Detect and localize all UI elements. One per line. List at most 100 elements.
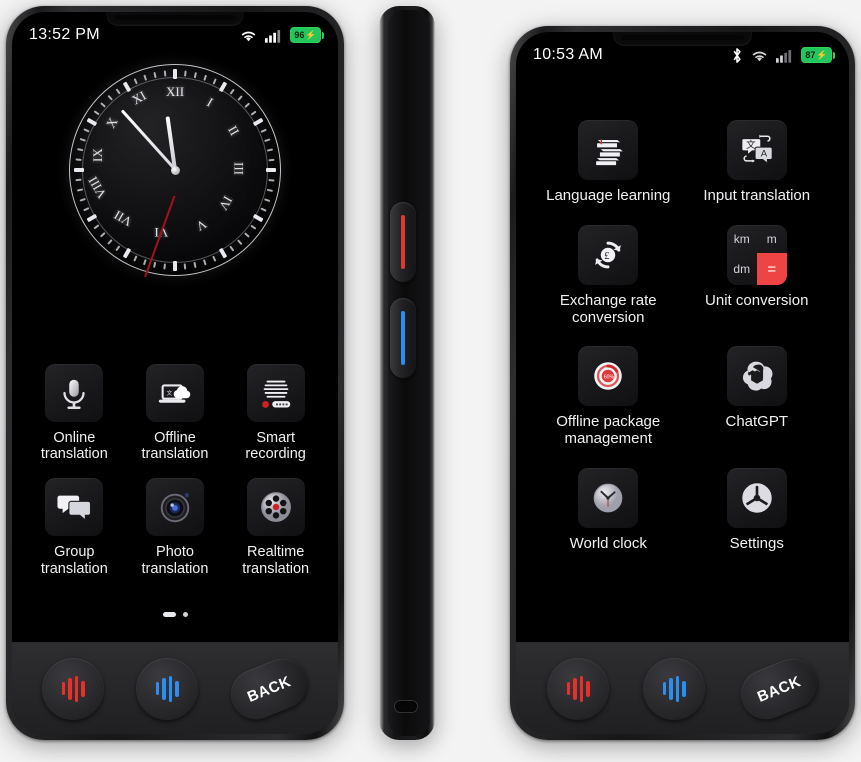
usb-c-port — [395, 701, 417, 712]
app-exchange-rate-conversion[interactable]: £ Exchange rate conversion — [534, 224, 683, 327]
app-offline-translation[interactable]: 文 Offline translation — [125, 364, 226, 462]
app-label: Exchange rate conversion — [559, 291, 657, 326]
app-realtime-translation[interactable]: Realtime translation — [225, 478, 326, 577]
app-label: Unit conversion — [705, 291, 809, 309]
page-indicator[interactable] — [12, 612, 338, 617]
status-icon-group: 87 ⚡ — [731, 47, 835, 64]
right-hardware-button-bar: BACK — [516, 642, 849, 734]
books-stack-icon — [578, 120, 639, 180]
unit-cell-dm: dm — [733, 262, 751, 277]
app-label: Smart recording — [245, 430, 306, 463]
clock-widget-area[interactable]: XIIIIIIIIIVVVIVIIVIIIIXXXI — [12, 64, 338, 278]
back-button[interactable]: BACK — [733, 650, 825, 727]
back-button-label: BACK — [754, 672, 804, 705]
app-offline-package-management[interactable]: 60% Offline package management — [534, 346, 683, 448]
red-indicator-line — [401, 215, 405, 269]
unit-cell-km: km — [733, 232, 750, 247]
waveform-icon — [662, 675, 686, 702]
voice-recorder-icon — [246, 364, 305, 422]
app-chatgpt[interactable]: ChatGPT — [683, 346, 832, 448]
battery-indicator: 96 ⚡ — [290, 27, 324, 43]
app-smart-recording[interactable]: Smart recording — [225, 364, 326, 462]
waveform-icon — [61, 675, 85, 702]
left-hardware-button-bar: BACK — [12, 642, 338, 734]
app-label: Photo translation — [141, 544, 209, 577]
svg-text:60%: 60% — [604, 375, 615, 381]
left-app-grid: Online translation 文 Offline translation Smar… — [12, 364, 338, 577]
app-label: Group translation — [40, 544, 108, 577]
right-phone-device: 10:53 AM 87 ⚡ Language learning 文 A Inpu… — [510, 26, 855, 740]
app-group-translation[interactable]: Group translation — [24, 478, 125, 577]
page-dot[interactable] — [182, 612, 188, 617]
status-time: 13:52 PM — [29, 26, 100, 43]
back-button-label: BACK — [244, 672, 294, 705]
red-side-button[interactable] — [390, 202, 416, 282]
svg-text:A: A — [761, 149, 768, 160]
waveform-icon — [155, 675, 179, 702]
wifi-icon — [752, 51, 767, 61]
left-status-bar: 13:52 PM 96 ⚡ — [12, 12, 338, 58]
app-label: Settings — [729, 534, 784, 552]
blue-indicator-line — [401, 311, 405, 365]
app-language-learning[interactable]: Language learning — [534, 120, 683, 205]
offline-package-icon: 60% — [578, 346, 639, 407]
battery-level: 96 — [294, 29, 305, 40]
cellular-signal-icon — [776, 49, 792, 63]
app-input-translation[interactable]: 文 A Input translation — [683, 120, 832, 205]
app-label: World clock — [569, 534, 647, 552]
battery-indicator: 87 ⚡ — [801, 47, 835, 63]
right-app-grid: Language learning 文 A Input translation £ Exc… — [516, 120, 849, 553]
world-clock-icon — [578, 467, 639, 528]
battery-level: 87 — [805, 49, 816, 60]
app-label: Realtime translation — [242, 544, 310, 577]
app-label: Language learning — [546, 187, 671, 204]
side-phone-device — [379, 6, 435, 740]
app-label: Online translation — [40, 430, 108, 463]
clock-center-pin — [170, 165, 180, 175]
analog-clock-widget: XIIIIIIIIIVVVIVIIVIIIIXXXI — [69, 64, 281, 278]
disc-recorder-icon — [246, 478, 305, 537]
right-status-bar: 10:53 AM 87 ⚡ — [516, 32, 849, 78]
status-time: 10:53 AM — [533, 46, 604, 63]
status-icon-group: 96 ⚡ — [239, 27, 324, 43]
left-phone-screen[interactable]: 13:52 PM 96 ⚡ XII I II III IV V VII VIII… — [12, 12, 338, 734]
red-voice-button[interactable] — [42, 657, 104, 720]
bluetooth-icon — [733, 47, 741, 63]
chatgpt-logo-icon — [726, 346, 787, 407]
app-label: Input translation — [703, 187, 811, 204]
app-unit-conversion[interactable]: km m dm = Unit conversion — [683, 224, 832, 327]
gear-icon — [726, 467, 787, 528]
app-online-translation[interactable]: Online translation — [24, 364, 125, 462]
app-label: ChatGPT — [725, 413, 789, 431]
svg-text:文: 文 — [746, 139, 756, 151]
app-label: Offline package management — [556, 413, 661, 448]
microphone-icon — [45, 364, 104, 422]
svg-text:文: 文 — [166, 389, 172, 397]
wifi-icon — [241, 31, 256, 41]
svg-text:£: £ — [604, 251, 609, 262]
speech-bubbles-icon — [45, 478, 104, 537]
app-label: Offline translation — [141, 430, 209, 463]
laptop-cloud-icon: 文 — [145, 364, 204, 422]
screenshot-stage: 13:52 PM 96 ⚡ XII I II III IV V VII VIII… — [0, 0, 861, 762]
page-dot-active[interactable] — [162, 612, 176, 617]
unit-cell-m: m — [766, 232, 777, 247]
translate-bubbles-icon: 文A — [726, 120, 787, 180]
app-photo-translation[interactable]: Photo translation — [125, 478, 226, 577]
back-button[interactable]: BACK — [223, 650, 315, 727]
currency-exchange-icon: £ — [578, 224, 639, 285]
red-voice-button[interactable] — [547, 657, 610, 720]
unit-grid-icon: km m dm = — [726, 224, 787, 285]
blue-voice-button[interactable] — [643, 657, 706, 720]
waveform-icon — [566, 675, 590, 702]
cellular-signal-icon — [265, 29, 281, 43]
blue-voice-button[interactable] — [136, 657, 198, 720]
blue-side-button[interactable] — [390, 298, 416, 378]
app-settings[interactable]: Settings — [683, 467, 832, 553]
camera-lens-icon — [145, 478, 204, 537]
charging-bolt-icon: ⚡ — [816, 49, 828, 60]
right-phone-screen[interactable]: 10:53 AM 87 ⚡ Language learning 文 A Inpu… — [516, 32, 849, 734]
unit-cell-equals: = — [756, 253, 787, 285]
app-world-clock[interactable]: World clock — [534, 467, 683, 553]
left-phone-device: 13:52 PM 96 ⚡ XII I II III IV V VII VIII… — [6, 6, 344, 740]
